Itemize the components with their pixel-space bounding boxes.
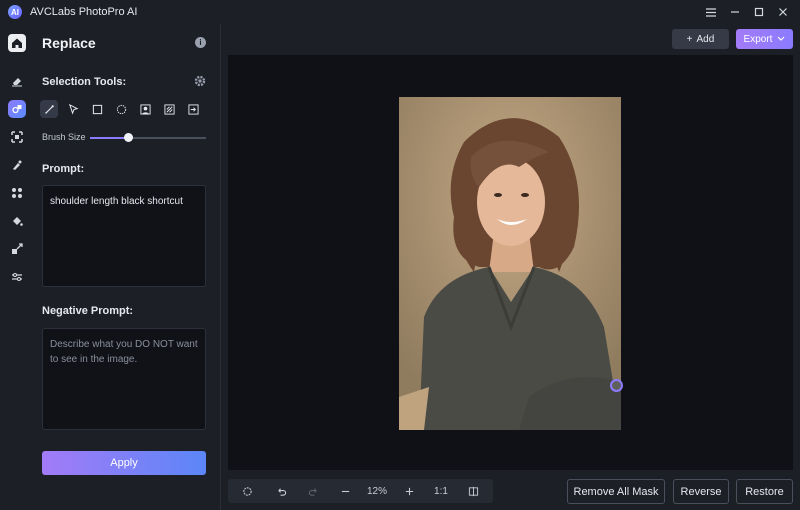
eraser-icon[interactable]: [8, 72, 26, 90]
undo-icon[interactable]: [270, 479, 292, 503]
ellipse-tool-icon[interactable]: [112, 100, 130, 118]
selection-tools-label: Selection Tools:: [42, 76, 127, 88]
add-label: Add: [696, 33, 715, 45]
adjust-icon[interactable]: [8, 268, 26, 286]
title-bar: AI AVCLabs PhotoPro AI: [0, 0, 800, 24]
negative-prompt-label: Negative Prompt:: [42, 305, 134, 317]
export-button[interactable]: Export: [736, 29, 793, 49]
selection-tools: [40, 100, 202, 118]
actual-size-button[interactable]: 1:1: [428, 479, 454, 503]
minimize-icon[interactable]: [724, 1, 746, 23]
redo-icon[interactable]: [302, 479, 324, 503]
fill-icon[interactable]: [8, 212, 26, 230]
view-toolbar: 12% 1:1: [228, 479, 493, 503]
brush-tool-icon[interactable]: [40, 100, 58, 118]
menu-icon[interactable]: [700, 1, 722, 23]
top-actions: + Add Export: [672, 29, 793, 49]
tool-rail: [0, 24, 34, 510]
brush-size-label: Brush Size: [42, 132, 86, 142]
panel-divider: [220, 24, 221, 510]
prompt-input[interactable]: shoulder length black shortcut: [42, 185, 206, 287]
zoom-out-icon[interactable]: [334, 479, 356, 503]
rect-tool-icon[interactable]: [88, 100, 106, 118]
restore-button[interactable]: Restore: [736, 479, 793, 504]
export-label: Export: [743, 33, 773, 45]
upscale-icon[interactable]: [8, 128, 26, 146]
colorize-icon[interactable]: [8, 156, 26, 174]
portrait-tool-icon[interactable]: [136, 100, 154, 118]
close-icon[interactable]: [772, 1, 794, 23]
home-icon[interactable]: [8, 34, 26, 52]
apply-button[interactable]: Apply: [42, 451, 206, 475]
window-controls: [700, 0, 794, 24]
expand-icon[interactable]: [8, 240, 26, 258]
plus-icon: +: [686, 33, 693, 45]
negative-prompt-input[interactable]: Describe what you DO NOT want to see in …: [42, 328, 206, 430]
chevron-down-icon: [778, 36, 785, 41]
gear-icon[interactable]: [194, 75, 206, 87]
zoom-in-icon[interactable]: [398, 479, 420, 503]
info-icon[interactable]: i: [195, 37, 206, 48]
invert-tool-icon[interactable]: [184, 100, 202, 118]
brush-size-slider-fill: [90, 137, 129, 139]
replace-panel: Replace i Selection Tools: Brush Size Pr…: [34, 24, 220, 510]
photo-image: [399, 97, 621, 430]
face-icon[interactable]: [8, 184, 26, 202]
app-title: AVCLabs PhotoPro AI: [30, 6, 138, 18]
app-logo-icon: AI: [8, 5, 22, 19]
remove-all-mask-button[interactable]: Remove All Mask: [567, 479, 665, 504]
replace-icon[interactable]: [8, 100, 26, 118]
add-button[interactable]: + Add: [672, 29, 729, 49]
compare-icon[interactable]: [462, 479, 484, 503]
fit-view-icon[interactable]: [236, 479, 258, 503]
lasso-tool-icon[interactable]: [64, 100, 82, 118]
prompt-label: Prompt:: [42, 163, 85, 175]
zoom-level: 12%: [366, 485, 387, 497]
image-canvas[interactable]: [228, 55, 793, 470]
maximize-icon[interactable]: [748, 1, 770, 23]
brush-size-slider-handle[interactable]: [124, 133, 134, 142]
panel-title: Replace: [42, 35, 96, 51]
reverse-button[interactable]: Reverse: [673, 479, 729, 504]
brush-cursor: [610, 379, 623, 392]
object-tool-icon[interactable]: [160, 100, 178, 118]
